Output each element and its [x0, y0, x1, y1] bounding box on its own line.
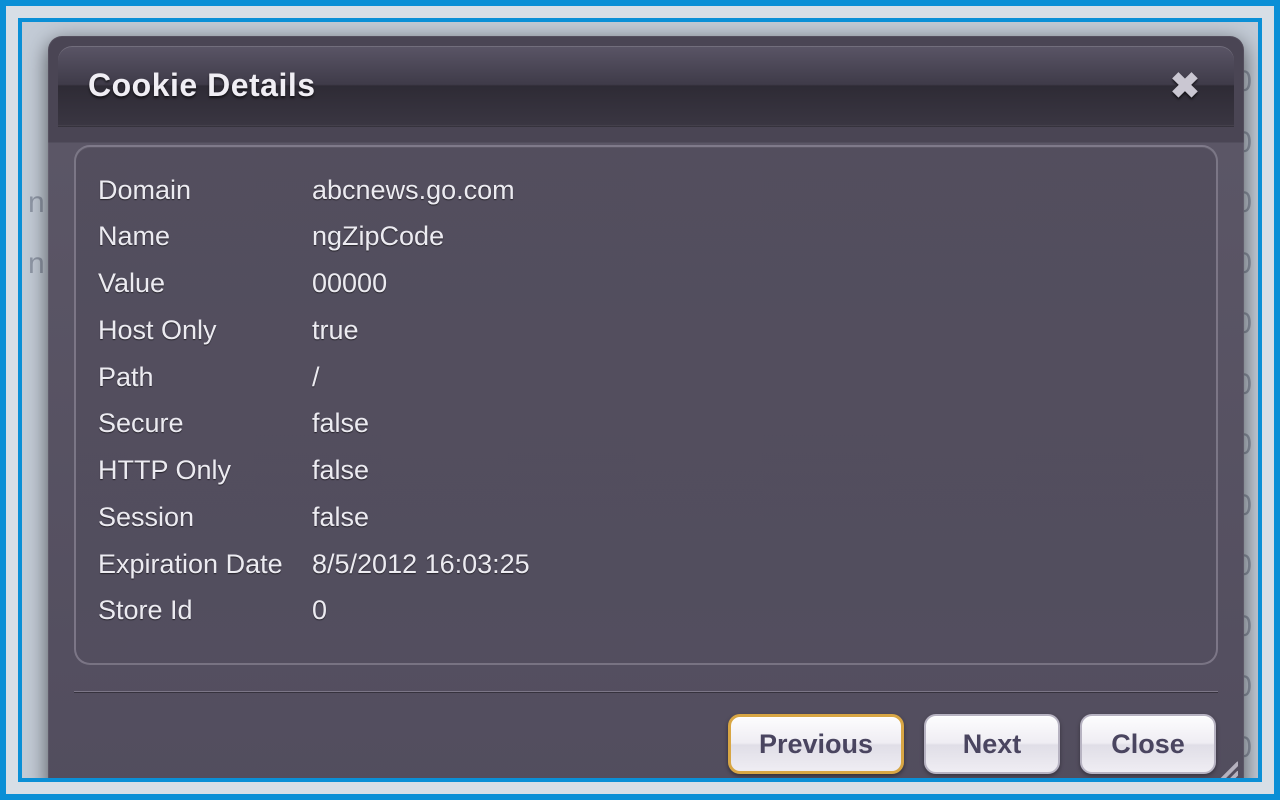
cookie-details-dialog: Cookie Details ✖ Domain abcnews.go.com N… [48, 36, 1244, 782]
outer-frame: 20 20 n20 n20 20 20 20 20 20 20 20 20 Co… [0, 0, 1280, 800]
row-value: Value 00000 [98, 267, 1194, 301]
close-button[interactable]: Close [1080, 714, 1216, 774]
label-http-only: HTTP Only [98, 454, 312, 488]
value-expiration-date: 8/5/2012 16:03:25 [312, 548, 1194, 582]
previous-button[interactable]: Previous [728, 714, 904, 774]
value-domain: abcnews.go.com [312, 174, 1194, 208]
value-host-only: true [312, 314, 1194, 348]
resize-grip-icon[interactable] [1200, 752, 1238, 782]
value-value: 00000 [312, 267, 1194, 301]
value-name: ngZipCode [312, 220, 1194, 254]
label-value: Value [98, 267, 312, 301]
row-session: Session false [98, 501, 1194, 535]
row-host-only: Host Only true [98, 314, 1194, 348]
value-secure: false [312, 407, 1194, 441]
label-name: Name [98, 220, 312, 254]
dialog-titlebar: Cookie Details ✖ [58, 46, 1234, 127]
close-icon[interactable]: ✖ [1162, 64, 1208, 108]
row-secure: Secure false [98, 407, 1194, 441]
dialog-title: Cookie Details [88, 67, 316, 104]
row-domain: Domain abcnews.go.com [98, 174, 1194, 208]
row-path: Path / [98, 361, 1194, 395]
next-button[interactable]: Next [924, 714, 1060, 774]
label-session: Session [98, 501, 312, 535]
label-expiration-date: Expiration Date [98, 548, 312, 582]
row-http-only: HTTP Only false [98, 454, 1194, 488]
value-path: / [312, 361, 1194, 395]
dialog-footer: Previous Next Close [48, 692, 1244, 782]
label-secure: Secure [98, 407, 312, 441]
row-expiration-date: Expiration Date 8/5/2012 16:03:25 [98, 548, 1194, 582]
row-store-id: Store Id 0 [98, 594, 1194, 628]
value-store-id: 0 [312, 594, 1194, 628]
dialog-content: Domain abcnews.go.com Name ngZipCode Val… [74, 145, 1218, 666]
label-domain: Domain [98, 174, 312, 208]
inner-frame: 20 20 n20 n20 20 20 20 20 20 20 20 20 Co… [18, 18, 1262, 782]
label-host-only: Host Only [98, 314, 312, 348]
label-path: Path [98, 361, 312, 395]
label-store-id: Store Id [98, 594, 312, 628]
details-panel: Domain abcnews.go.com Name ngZipCode Val… [74, 145, 1218, 666]
value-http-only: false [312, 454, 1194, 488]
row-name: Name ngZipCode [98, 220, 1194, 254]
value-session: false [312, 501, 1194, 535]
